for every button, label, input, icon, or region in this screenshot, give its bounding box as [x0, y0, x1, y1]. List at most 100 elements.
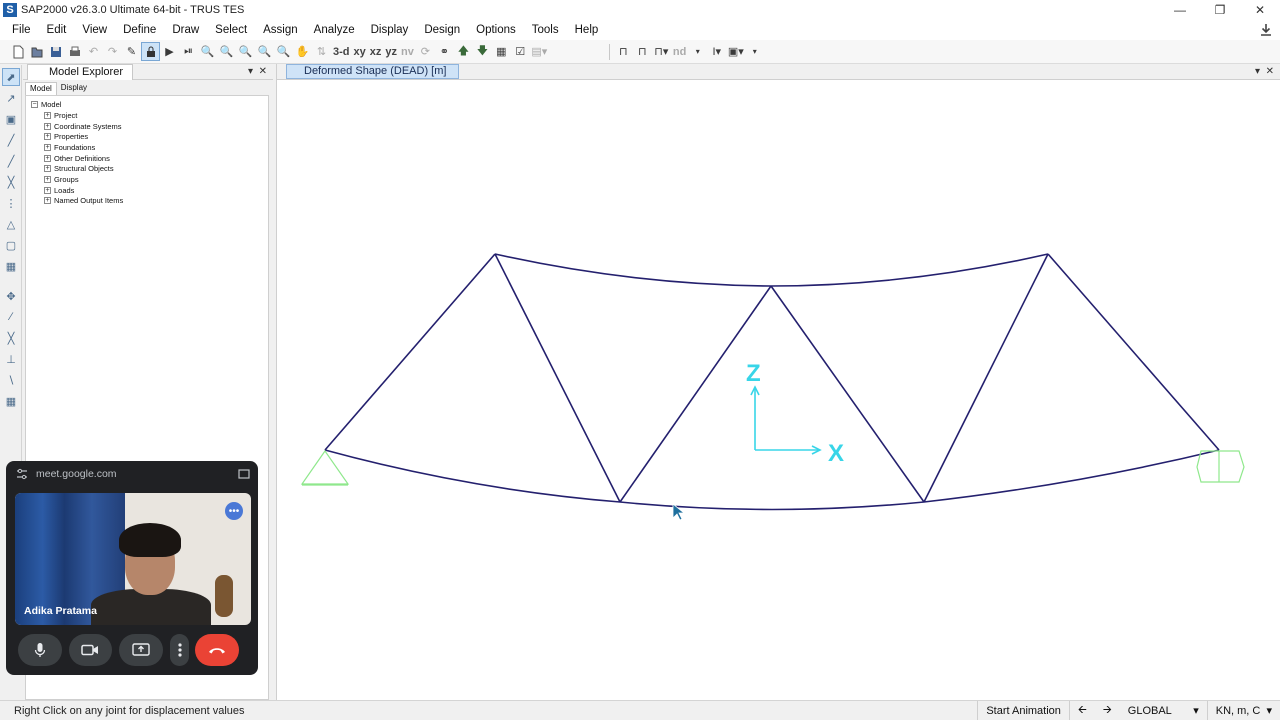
perspective-icon[interactable]: ⚭ [435, 42, 454, 61]
more-options-icon[interactable]: ••• [225, 502, 243, 520]
zoom-restore-icon[interactable]: 🔍 [217, 42, 236, 61]
microphone-button[interactable] [18, 634, 62, 666]
tree-root[interactable]: − Model [26, 99, 268, 110]
down-arrow-icon[interactable]: 🡇 [473, 42, 492, 61]
menu-analyze[interactable]: Analyze [306, 24, 363, 36]
draw-rect-area-icon[interactable]: ▢ [2, 236, 20, 254]
frame-truss-icon[interactable]: ⊓▾ [652, 42, 671, 61]
zoom-out-icon[interactable]: 🔍 [274, 42, 293, 61]
pin-support-icon[interactable] [300, 449, 350, 486]
more-dropdown-icon[interactable]: ▾ [745, 42, 764, 61]
snap-intersection-icon[interactable]: ╳ [2, 329, 20, 347]
tab-model[interactable]: Model [25, 82, 57, 96]
undo-icon[interactable]: ↶ [84, 42, 103, 61]
draw-area-icon[interactable]: △ [2, 215, 20, 233]
display-options-icon[interactable]: ▣▾ [726, 42, 745, 61]
menu-select[interactable]: Select [207, 24, 255, 36]
tree-item-other-definitions[interactable]: + Other Definitions [26, 153, 268, 164]
snap-line-ends-icon[interactable]: ∖ [2, 371, 20, 389]
deformed-shape-tab[interactable]: Deformed Shape (DEAD) [m] [286, 64, 459, 79]
expand-icon[interactable]: + [44, 154, 51, 162]
settings-dropdown-icon[interactable]: ▤▾ [530, 42, 549, 61]
zoom-window-icon[interactable]: 🔍 [198, 42, 217, 61]
snap-joint-icon[interactable]: ✥ [2, 287, 20, 305]
download-icon[interactable] [1258, 22, 1274, 38]
expand-icon[interactable]: + [44, 143, 51, 151]
menu-define[interactable]: Define [115, 24, 164, 36]
back-to-tab-icon[interactable] [238, 469, 250, 479]
draw-frame-icon[interactable]: ╱ [2, 131, 20, 149]
draw-cable-icon[interactable]: ⋮ [2, 194, 20, 212]
view-nv-button[interactable]: nv [399, 42, 416, 61]
viewport-canvas[interactable]: Z X [277, 80, 1280, 700]
menu-tools[interactable]: Tools [524, 24, 567, 36]
quick-area-icon[interactable]: ▦ [2, 257, 20, 275]
redo-icon[interactable]: ↷ [103, 42, 122, 61]
lock-icon[interactable] [141, 42, 160, 61]
camera-button[interactable] [68, 634, 113, 666]
menu-options[interactable]: Options [468, 24, 524, 36]
tree-item-foundations[interactable]: + Foundations [26, 142, 268, 153]
expand-icon[interactable]: + [44, 122, 51, 130]
menu-file[interactable]: File [0, 24, 39, 36]
pan-icon[interactable]: ✋ [293, 42, 312, 61]
menu-edit[interactable]: Edit [39, 24, 75, 36]
maximize-button[interactable]: ❐ [1200, 0, 1240, 20]
coord-system-select[interactable]: GLOBAL ▾ [1120, 701, 1207, 720]
draw-brace-icon[interactable]: ╳ [2, 173, 20, 191]
reshape-icon[interactable]: ↗ [2, 89, 20, 107]
run-now-icon[interactable]: ⏯ [179, 42, 198, 61]
open-icon[interactable] [27, 42, 46, 61]
menu-help[interactable]: Help [567, 24, 607, 36]
expand-icon[interactable]: + [44, 186, 51, 194]
up-arrow-icon[interactable]: 🡅 [454, 42, 473, 61]
tree-item-coordinate-systems[interactable]: + Coordinate Systems [26, 121, 268, 132]
snap-line-icon[interactable]: ∕ [2, 308, 20, 326]
select-pointer-icon[interactable]: ⬈ [2, 68, 20, 86]
leave-call-button[interactable] [195, 634, 239, 666]
view-xz-button[interactable]: xz [368, 42, 384, 61]
menu-display[interactable]: Display [363, 24, 417, 36]
diagonal-1[interactable] [324, 253, 496, 451]
start-animation-button[interactable]: Start Animation [977, 701, 1069, 720]
view-yz-button[interactable]: yz [383, 42, 399, 61]
diagonal-3[interactable] [619, 285, 772, 503]
zoom-in-step-icon[interactable]: 🔍 [255, 42, 274, 61]
diagonal-6[interactable] [1047, 253, 1220, 451]
tab-display[interactable]: Display [57, 82, 91, 96]
site-info-icon[interactable] [16, 468, 28, 480]
close-button[interactable]: ✕ [1240, 0, 1280, 20]
frame-brace-icon[interactable]: ⊓ [633, 42, 652, 61]
next-arrow-icon[interactable]: 🡪 [1095, 701, 1120, 720]
view-xy-button[interactable]: xy [352, 42, 368, 61]
diagonal-5[interactable] [923, 253, 1049, 503]
roller-support-icon[interactable] [1196, 450, 1245, 483]
expand-icon[interactable]: + [44, 111, 51, 119]
present-screen-button[interactable] [119, 634, 163, 666]
rotate-icon[interactable]: ⟳ [416, 42, 435, 61]
viewport-controls[interactable]: ▾ ✕ [1255, 66, 1274, 77]
diagonal-4[interactable] [770, 285, 925, 503]
menu-assign[interactable]: Assign [255, 24, 306, 36]
dropdown-icon[interactable]: ▾ [688, 42, 707, 61]
units-select[interactable]: KN, m, C ▾ [1206, 701, 1280, 720]
snap-grid-icon[interactable]: ▦ [2, 392, 20, 410]
menu-view[interactable]: View [74, 24, 115, 36]
model-explorer-tab[interactable]: Model Explorer [27, 63, 133, 80]
nd-dropdown[interactable]: nd [671, 42, 688, 61]
expand-icon[interactable]: + [44, 133, 51, 141]
menu-design[interactable]: Design [416, 24, 468, 36]
tree-item-properties[interactable]: + Properties [26, 131, 268, 142]
save-icon[interactable] [46, 42, 65, 61]
zoom-in-icon[interactable]: 🔍 [236, 42, 255, 61]
more-actions-button[interactable] [169, 634, 190, 666]
frame-icon[interactable]: ⊓ [614, 42, 633, 61]
view-3d-button[interactable]: 3-d [331, 42, 352, 61]
print-icon[interactable] [65, 42, 84, 61]
edit-pencil-icon[interactable]: ✎ [122, 42, 141, 61]
run-analysis-icon[interactable]: ▶ [160, 42, 179, 61]
prev-arrow-icon[interactable]: 🡨 [1068, 701, 1095, 720]
collapse-icon[interactable]: − [31, 101, 38, 108]
pointer-icon[interactable]: ⇅ [312, 42, 331, 61]
check-icon[interactable]: ☑ [511, 42, 530, 61]
